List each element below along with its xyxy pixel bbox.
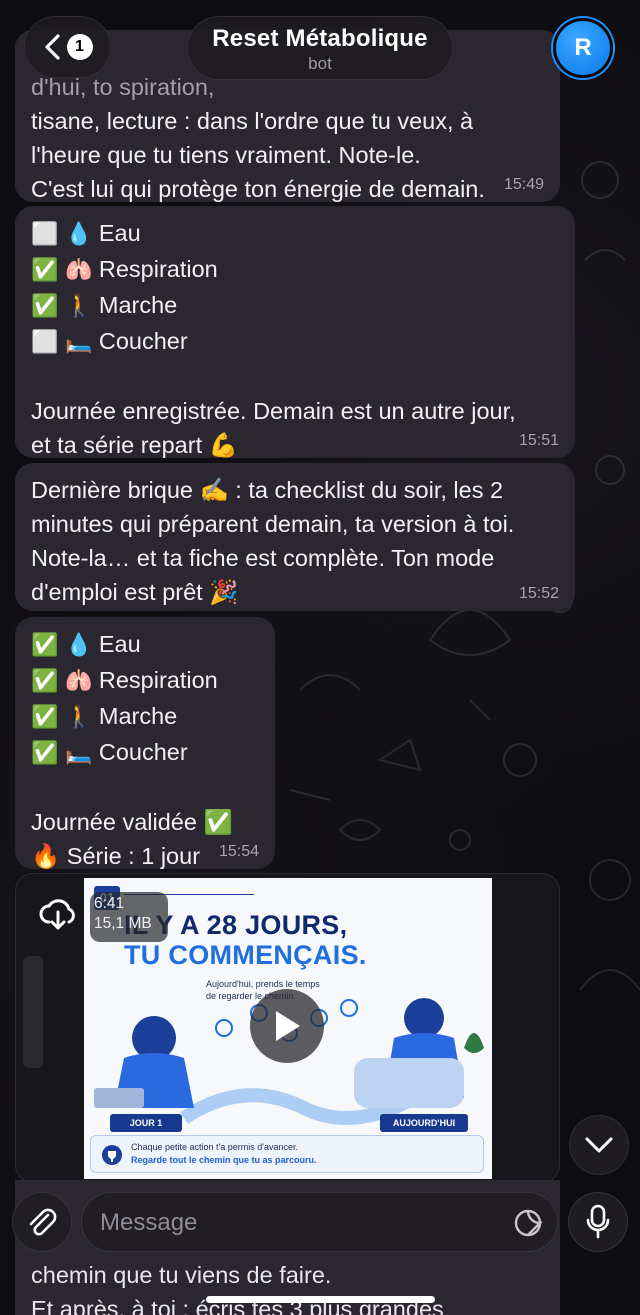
video-duration: 6:41	[94, 895, 125, 912]
thumbnail-footer: Chaque petite action t'a permis d'avance…	[90, 1135, 484, 1173]
play-icon	[276, 1011, 300, 1041]
chevron-down-icon	[585, 1137, 613, 1153]
checklist-item: ✅ 🚶 Marche	[31, 292, 178, 319]
checklist-item: ✅ 🫁 Respiration	[31, 667, 218, 694]
checklist-item: ⬜ 🛏️ Coucher	[31, 328, 188, 355]
chat-title[interactable]: Reset Métabolique bot	[187, 16, 453, 80]
chat-subtitle: bot	[308, 54, 332, 73]
message-text: Journée enregistrée. Demain est un autre…	[31, 398, 516, 424]
microphone-button[interactable]	[568, 1192, 628, 1252]
message-input[interactable]: Message	[81, 1192, 558, 1252]
message-text: minutes qui préparent demain, ta version…	[31, 511, 515, 537]
message-text: et ta série repart 💪	[31, 432, 238, 458]
message-time: 15:54	[218, 843, 259, 860]
chat-name: Reset Métabolique	[212, 25, 428, 52]
checklist-item: ✅ 💧 Eau	[31, 631, 141, 658]
back-button[interactable]: 1	[24, 16, 111, 78]
message-time: 15:49	[503, 176, 544, 193]
message-text: tisane, lecture : dans l'ordre que tu ve…	[31, 108, 474, 134]
message-text: d'emploi est prêt 🎉	[31, 579, 239, 605]
checklist-item: ⬜ 💧 Eau	[31, 220, 141, 247]
thumbnail-today-label: AUJOURD'HUI	[380, 1114, 468, 1132]
thumbnail-day1-label: JOUR 1	[110, 1114, 182, 1132]
microphone-icon	[586, 1204, 610, 1239]
sticker-icon[interactable]	[513, 1208, 543, 1238]
message-text: C'est lui qui protège ton énergie de dem…	[31, 176, 485, 202]
checklist-item: ✅ 🫁 Respiration	[31, 256, 218, 283]
chevron-left-icon	[44, 34, 60, 60]
scroll-down-button[interactable]	[569, 1115, 629, 1175]
paperclip-icon	[29, 1208, 57, 1236]
message-text: l'heure que tu tiens vraiment. Note-le.	[31, 142, 421, 168]
attach-button[interactable]	[12, 1192, 72, 1252]
message-text: chemin que tu viens de faire.	[31, 1262, 332, 1288]
message-time: 15:51	[518, 432, 559, 449]
message-time: 15:52	[518, 585, 559, 602]
checklist-item: ✅ 🛏️ Coucher	[31, 739, 188, 766]
video-message[interactable]: 01 IL Y A 28 JOURS, TU COMMENÇAIS. Aujou…	[15, 873, 560, 1183]
home-indicator[interactable]	[206, 1296, 435, 1303]
message-text: Journée validée ✅	[31, 809, 233, 835]
download-cloud-icon[interactable]	[38, 894, 78, 934]
message-text: Dernière brique ✍️ : ta checklist du soi…	[31, 477, 504, 503]
message-placeholder: Message	[100, 1209, 198, 1236]
unread-badge: 1	[66, 34, 93, 60]
play-button[interactable]	[250, 989, 324, 1063]
avatar[interactable]: R	[553, 18, 613, 78]
video-side-toolbar	[23, 956, 43, 1068]
message-text: Note-la… et ta fiche est complète. Ton m…	[31, 545, 495, 571]
video-size: 15,1 MB	[94, 915, 152, 932]
message-bubble-4[interactable]: ✅ 💧 Eau ✅ 🫁 Respiration ✅ 🚶 Marche ✅ 🛏️ …	[15, 617, 275, 869]
message-bubble-3[interactable]: Dernière brique ✍️ : ta checklist du soi…	[15, 463, 575, 611]
video-meta: 6:41 15,1 MB	[90, 892, 168, 942]
checklist-item: ✅ 🚶 Marche	[31, 703, 178, 730]
message-bubble-2[interactable]: ⬜ 💧 Eau ✅ 🫁 Respiration ✅ 🚶 Marche ⬜ 🛏️ …	[15, 206, 575, 458]
trophy-icon	[102, 1145, 122, 1165]
